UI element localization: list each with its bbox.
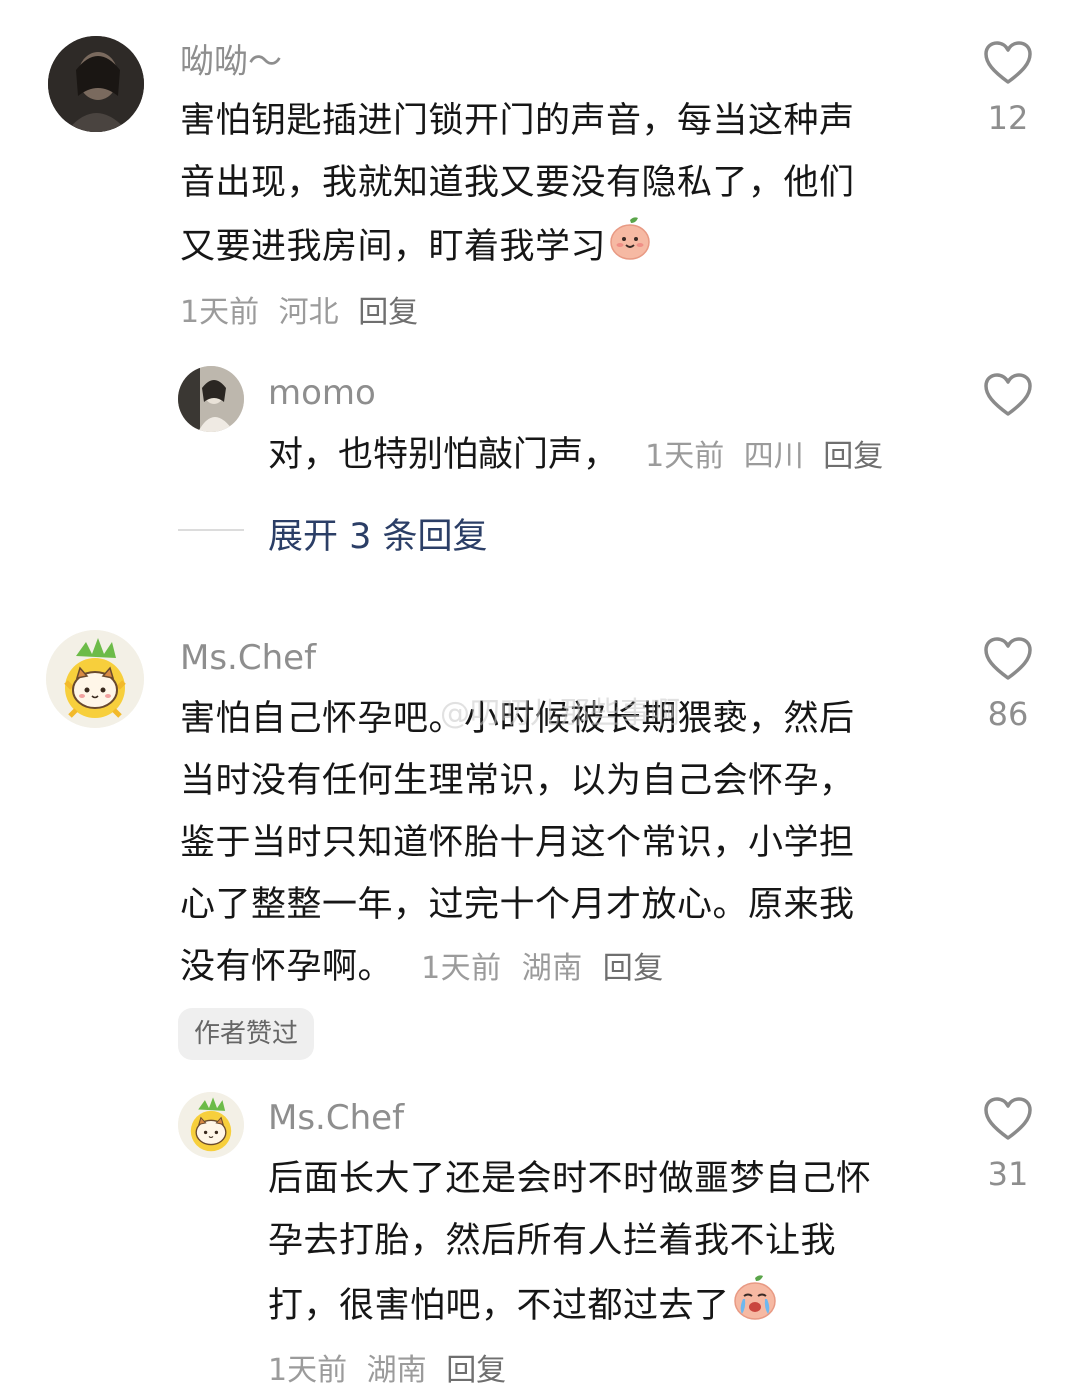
comment-location: 湖南	[521, 951, 583, 986]
comment-username[interactable]: Ms.Chef	[180, 638, 316, 678]
like-button[interactable]: 31	[978, 1096, 1038, 1192]
comment-line-with-emoji: 打，很害怕吧，不过都过去了	[268, 1272, 948, 1342]
avatar[interactable]	[178, 1092, 244, 1158]
comment-line-with-emoji: 又要进我房间，盯着我学习	[180, 214, 940, 282]
reply-meta: 1天前 四川 回复	[645, 439, 893, 474]
comment-line: 音出现，我就知道我又要没有隐私了，他们	[180, 163, 855, 203]
like-button[interactable]	[978, 372, 1038, 418]
like-count: 86	[987, 695, 1029, 733]
reply-text-row: 对，也特别怕敲门声， 1天前 四川 回复	[268, 424, 893, 492]
comment-line: 后面长大了还是会时不时做噩梦自己怀	[268, 1159, 872, 1199]
reply-meta: 1天前 湖南 回复	[268, 1345, 516, 1389]
comment-line: 鉴于当时只知道怀胎十月这个常识，小学担	[180, 823, 855, 863]
peach-smile-emoji	[606, 214, 654, 282]
comment-location: 河北	[278, 295, 339, 330]
reply-button[interactable]: 回复	[603, 951, 664, 986]
comment-line: 当时没有任何生理常识，以为自己会怀孕，	[180, 761, 855, 801]
comment-text: 害怕自己怀孕吧。小时候被长期猥亵，然后 当时没有任何生理常识，以为自己会怀孕， …	[180, 688, 940, 1000]
comment-time: 1天前	[180, 295, 260, 330]
avatar-photo	[178, 366, 244, 432]
comment-line: 孕去打胎，然后所有人拦着我不让我	[268, 1221, 837, 1261]
avatar[interactable]	[46, 630, 144, 728]
comment-line: 害怕钥匙插进门锁开门的声音，每当这种声	[180, 101, 855, 141]
reply-button[interactable]: 回复	[358, 295, 418, 330]
comment-line: 又要进我房间，盯着我学习	[180, 227, 607, 267]
comment-line: 心了整整一年，过完十个月才放心。原来我	[180, 885, 855, 925]
peach-cry-emoji	[730, 1272, 780, 1342]
comment-location: 四川	[743, 439, 804, 474]
heart-outline-icon	[984, 373, 1032, 416]
heart-outline-icon	[984, 1097, 1032, 1140]
reply-button[interactable]: 回复	[823, 439, 883, 474]
comment-time: 1天前	[645, 439, 725, 474]
pineapple-cat-avatar	[46, 630, 144, 728]
heart-outline-icon	[984, 637, 1032, 680]
reply-button[interactable]: 回复	[446, 1353, 506, 1388]
reply-username[interactable]: Ms.Chef	[268, 1098, 404, 1138]
comment-username[interactable]: 呦呦～	[180, 42, 282, 82]
comment-meta: 1天前 河北 回复	[180, 287, 428, 331]
expand-replies-link[interactable]: 展开 3 条回复	[268, 508, 488, 559]
heart-outline-icon	[984, 41, 1032, 84]
comment-meta: 1天前 湖南 回复	[411, 951, 674, 986]
pineapple-cat-avatar	[178, 1092, 244, 1158]
avatar-photo	[48, 36, 144, 132]
avatar[interactable]	[48, 36, 144, 132]
like-count: 31	[987, 1155, 1029, 1193]
expand-divider	[178, 529, 244, 531]
reply-username[interactable]: momo	[268, 373, 376, 413]
author-liked-badge: 作者赞过	[178, 1008, 315, 1060]
like-button[interactable]: 86	[978, 636, 1038, 732]
avatar[interactable]	[178, 366, 244, 432]
comment-location: 湖南	[366, 1353, 427, 1388]
comment-line: 没有怀孕啊。	[180, 947, 394, 987]
like-count: 12	[987, 99, 1029, 137]
comment-time: 1天前	[421, 951, 502, 986]
watermark: @叨叨儿那些事啊	[440, 696, 680, 731]
comment-last-line: 没有怀孕啊。 1天前 湖南 回复	[180, 936, 940, 1000]
comment-line: 打，很害怕吧，不过都过去了	[268, 1286, 730, 1326]
like-button[interactable]: 12	[978, 40, 1038, 136]
reply-text: 对，也特别怕敲门声，	[268, 435, 619, 475]
comment-text: 害怕钥匙插进门锁开门的声音，每当这种声 音出现，我就知道我又要没有隐私了，他们 …	[180, 90, 940, 282]
reply-text: 后面长大了还是会时不时做噩梦自己怀 孕去打胎，然后所有人拦着我不让我 打，很害怕…	[268, 1148, 948, 1342]
comment-time: 1天前	[268, 1353, 348, 1388]
